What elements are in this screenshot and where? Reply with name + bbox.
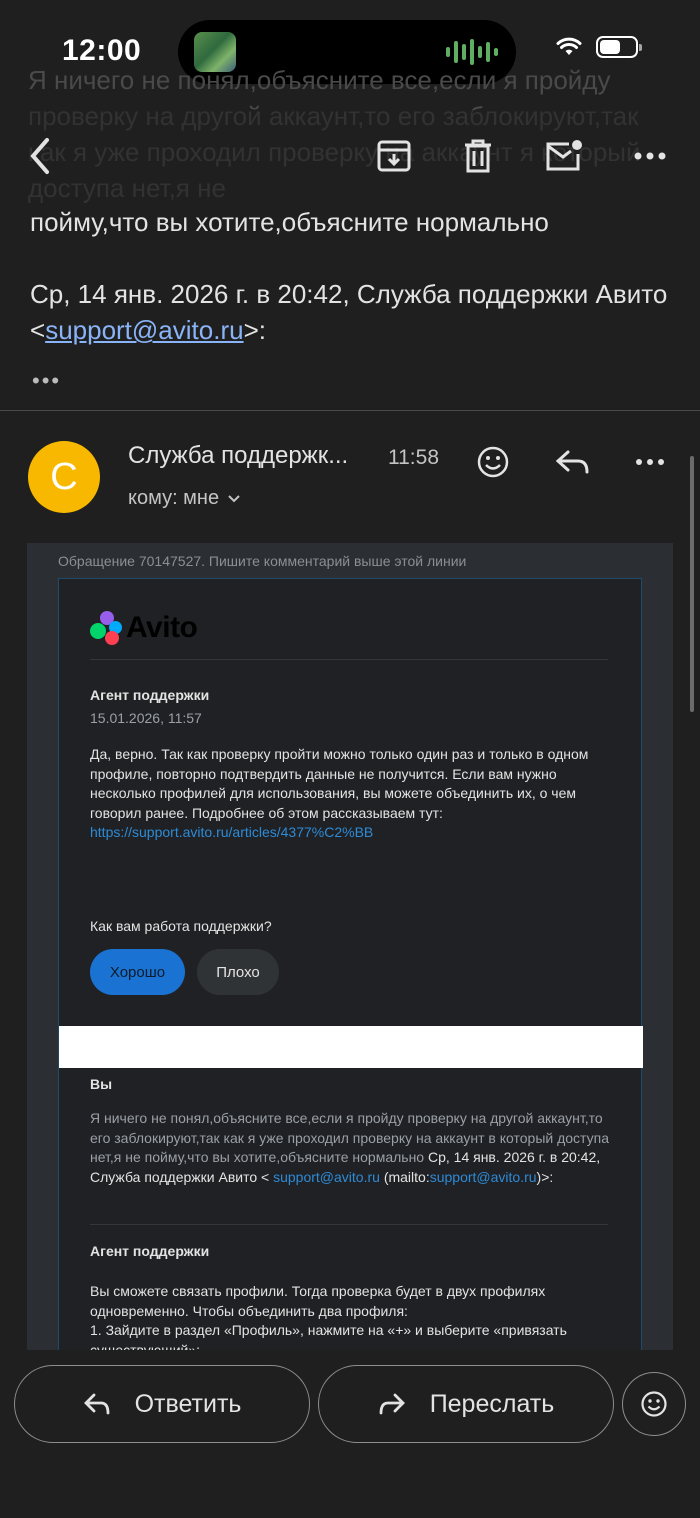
avito-logo: Avito [90, 611, 198, 645]
rate-bad-button[interactable]: Плохо [197, 949, 279, 995]
battery-icon [596, 36, 642, 58]
wifi-icon [556, 37, 582, 55]
sender-avatar[interactable]: С [28, 441, 100, 513]
emoji-react-icon[interactable] [471, 440, 515, 484]
sender-name[interactable]: Служба поддержк... [128, 442, 348, 470]
email-body: Обращение 70147527. Пишите комментарий в… [27, 543, 673, 1350]
agent-label: Агент поддержки [90, 687, 210, 703]
emoji-button[interactable] [622, 1372, 686, 1436]
recipient-label: кому: мне [128, 487, 220, 509]
separator-band [59, 1026, 643, 1068]
status-indicators [556, 36, 642, 58]
forward-label: Переслать [429, 1389, 555, 1418]
message-more-icon[interactable] [628, 440, 672, 484]
divider [90, 659, 608, 660]
divider [0, 410, 700, 411]
archive-icon[interactable] [370, 132, 418, 180]
show-quoted-button[interactable]: ••• [32, 368, 61, 394]
bottom-action-bar: Ответить Переслать [0, 1350, 700, 1518]
mailto-link[interactable]: support@avito.ru [430, 1169, 537, 1185]
rating-question: Как вам работа поддержки? [90, 918, 272, 934]
emoji-icon [641, 1391, 667, 1417]
agent-message: Вы сможете связать профили. Тогда провер… [90, 1283, 567, 1350]
quoted-line: пойму,что вы хотите,объясните нормально [30, 207, 549, 237]
mark-unread-icon[interactable] [540, 132, 588, 180]
quoted-attribution: Ср, 14 янв. 2026 г. в 20:42, Служба подд… [30, 279, 668, 345]
email-card: Avito Агент поддержки 15.01.2026, 11:57 … [58, 578, 643, 1350]
recipient-toggle[interactable]: кому: мне [128, 487, 241, 510]
back-arrow-icon[interactable] [16, 132, 64, 180]
reply-label: Ответить [134, 1389, 242, 1418]
reply-button[interactable]: Ответить [14, 1365, 310, 1443]
user-label: Вы [90, 1076, 113, 1092]
message-time: 11:58 [388, 446, 439, 469]
more-vert-icon[interactable] [626, 132, 674, 180]
avito-logo-dots [90, 611, 124, 645]
top-toolbar [0, 110, 700, 202]
user-message: Я ничего не понял,объясните все,если я п… [90, 1110, 609, 1185]
chevron-down-icon [228, 494, 240, 502]
quoted-email-link[interactable]: support@avito.ru [45, 315, 243, 345]
scrollbar[interactable] [690, 456, 694, 712]
quoted-email-link[interactable]: support@avito.ru [273, 1169, 380, 1185]
reply-icon[interactable] [550, 440, 594, 484]
avito-logo-text: Avito [126, 611, 198, 644]
quoted-history: пойму,что вы хотите,объясните нормально … [30, 204, 680, 348]
forward-icon [379, 1393, 405, 1415]
trash-icon[interactable] [454, 132, 502, 180]
divider [90, 1224, 608, 1225]
support-article-link[interactable]: https://support.avito.ru/articles/4377%C… [90, 823, 610, 843]
reply-icon [83, 1393, 109, 1415]
agent-date: 15.01.2026, 11:57 [90, 710, 202, 726]
rate-good-button[interactable]: Хорошо [90, 949, 185, 995]
agent-label: Агент поддержки [90, 1243, 210, 1259]
forward-button[interactable]: Переслать [318, 1365, 614, 1443]
agent-message: Да, верно. Так как проверку пройти можно… [90, 745, 610, 843]
ticket-note: Обращение 70147527. Пишите комментарий в… [58, 553, 467, 569]
